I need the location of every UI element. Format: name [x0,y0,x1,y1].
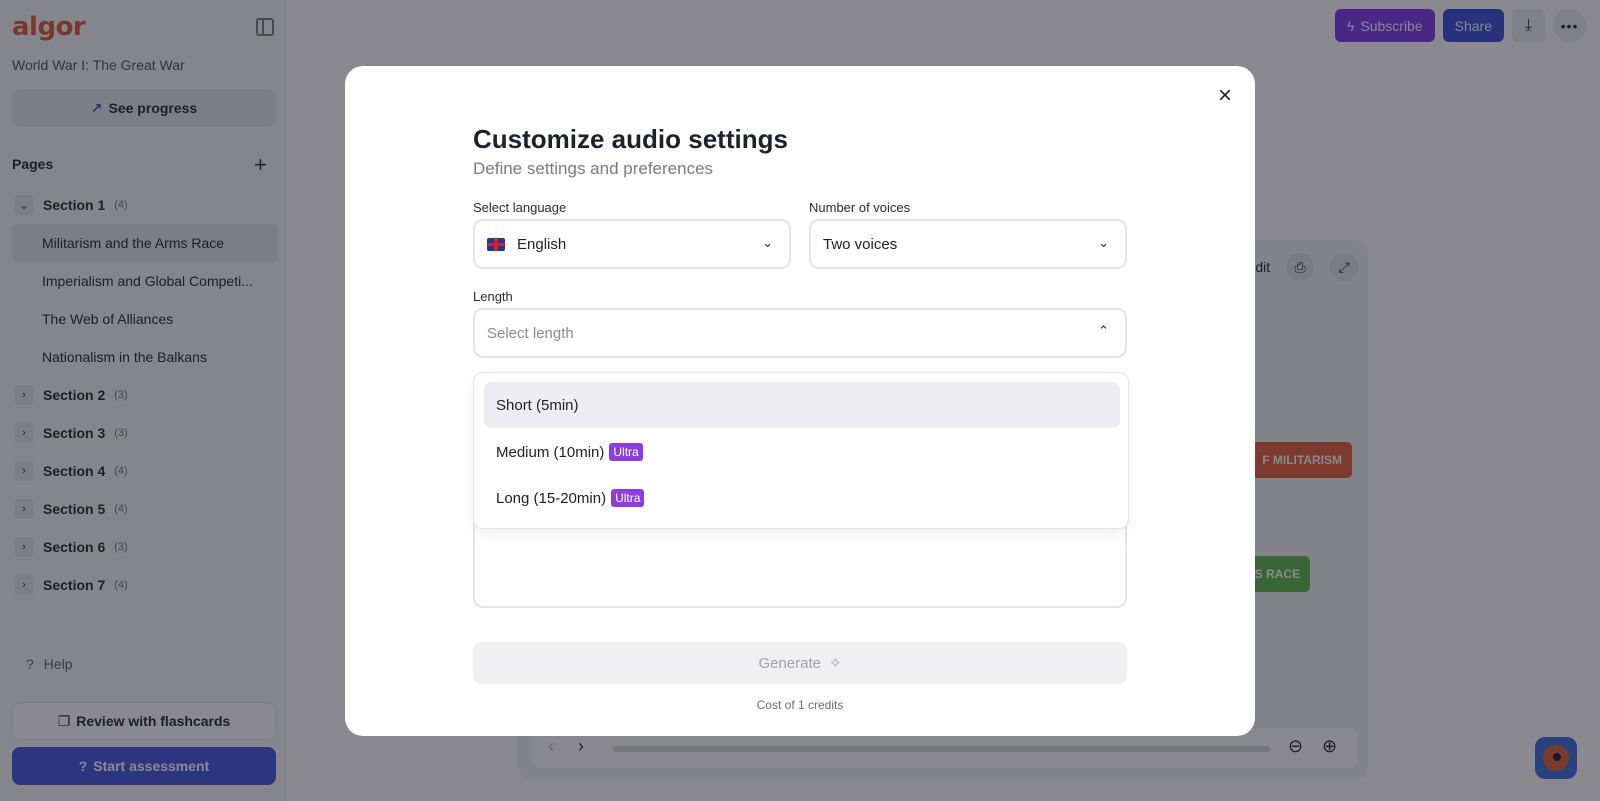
voices-value: Two voices [823,235,898,253]
chevron-down-icon: ⌄ [1098,235,1109,250]
uk-flag-icon [487,237,505,251]
ultra-badge: Ultra [609,443,643,461]
language-value: English [517,235,567,253]
language-label: Select language [473,200,567,215]
voices-label: Number of voices [809,200,911,215]
generate-button[interactable]: Generate ✧ [473,642,1127,684]
option-label: Medium (10min) [496,443,605,461]
length-option[interactable]: Medium (10min) Ultra [484,429,1120,475]
generate-label: Generate [758,654,821,672]
length-label: Length [473,289,513,304]
length-option[interactable]: Short (5min) [484,382,1120,428]
option-label: Short (5min) [496,396,579,414]
voices-select[interactable]: Two voices ⌄ [809,219,1127,269]
chevron-up-icon: ⌃ [1098,323,1109,338]
close-icon[interactable]: × [1213,84,1237,108]
length-select[interactable]: Select length ⌃ [473,308,1127,358]
magic-wand-icon: ✧ [828,655,842,672]
language-select[interactable]: English ⌄ [473,219,791,269]
cost-text: Cost of 1 credits [756,698,844,712]
option-label: Long (15-20min) [496,489,607,507]
modal-subtitle: Define settings and preferences [473,159,714,178]
length-dropdown-menu: Short (5min) Medium (10min) Ultra Long (… [473,372,1129,529]
ultra-badge: Ultra [611,489,645,507]
length-option[interactable]: Long (15-20min) Ultra [484,475,1120,521]
chevron-down-icon: ⌄ [762,235,773,250]
length-placeholder: Select length [487,324,574,342]
modal-title: Customize audio settings [473,124,788,154]
